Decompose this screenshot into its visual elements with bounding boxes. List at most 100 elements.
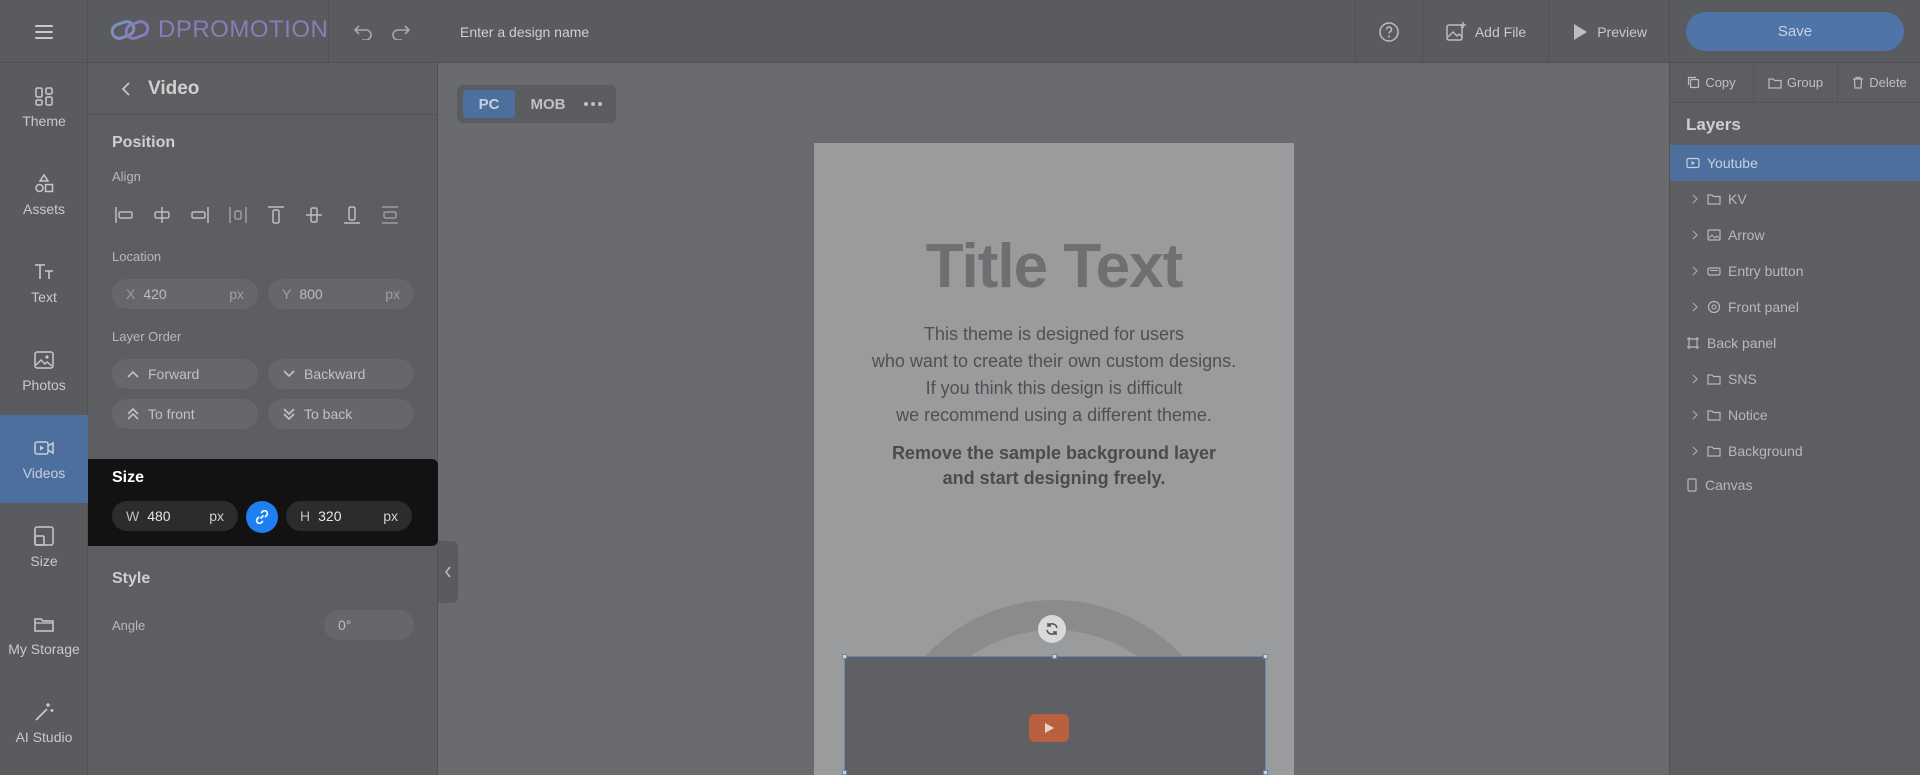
chevron-right-icon[interactable] [1690,230,1700,240]
resize-handle-br[interactable] [1263,770,1268,775]
layer-item-youtube[interactable]: Youtube [1670,145,1920,181]
align-center-v-icon[interactable] [300,201,328,229]
chevron-right-icon[interactable] [1690,410,1700,420]
canvas-strong-text[interactable]: Remove the sample background layer and s… [814,441,1294,491]
chevron-right-icon[interactable] [1690,446,1700,456]
layer-item-background[interactable]: Background [1670,433,1920,469]
layer-item-arrow[interactable]: Arrow [1670,217,1920,253]
menu-button[interactable] [0,0,88,63]
layer-item-entry-button[interactable]: Entry button [1670,253,1920,289]
rail-item-my-storage[interactable]: My Storage [0,591,88,679]
group-button[interactable]: Group [1754,63,1838,102]
rail-item-photos[interactable]: Photos [0,327,88,415]
chevron-right-icon[interactable] [1690,374,1700,384]
rotate-handle[interactable] [1038,615,1066,643]
logo[interactable]: DPROMOTION [110,16,328,44]
align-left-icon[interactable] [110,201,138,229]
align-top-icon[interactable] [262,201,290,229]
x-key: X [126,286,136,302]
layer-item-notice[interactable]: Notice [1670,397,1920,433]
collapse-panel-button[interactable] [438,541,458,603]
help-button[interactable] [1354,0,1422,63]
w-unit: px [209,508,224,524]
size-section: Size W 480 px H 320 px [88,459,438,546]
undo-icon[interactable] [353,24,373,40]
video-icon [1686,157,1700,169]
distribute-v-icon[interactable] [376,201,404,229]
body-line: If you think this design is difficult [925,378,1183,398]
rail-label: Videos [22,465,66,481]
pc-toggle[interactable]: PC [463,90,515,118]
resize-handle-tc[interactable] [1052,654,1057,659]
chevron-right-icon[interactable] [1690,302,1700,312]
layer-order-label: Layer Order [112,329,182,344]
preview-button[interactable]: Preview [1548,0,1669,63]
canvas-title-text[interactable]: Title Text [814,231,1294,302]
w-key: W [126,508,140,524]
layer-item-back-panel[interactable]: Back panel [1670,325,1920,361]
aspect-lock-button[interactable] [246,501,278,533]
strong-line: and start designing freely. [942,468,1166,488]
to-back-button[interactable]: To back [268,399,414,429]
chevron-right-icon[interactable] [1690,194,1700,204]
rail-item-assets[interactable]: Assets [0,151,88,239]
angle-label: Angle [112,618,146,633]
rail-item-text[interactable]: Text [0,239,88,327]
youtube-play-icon [1029,714,1069,742]
back-chevron-icon[interactable] [120,81,132,97]
distribute-h-icon[interactable] [224,201,252,229]
align-bottom-icon[interactable] [338,201,366,229]
delete-button[interactable]: Delete [1838,63,1920,102]
more-options-icon[interactable] [581,90,605,118]
help-icon [1379,21,1399,42]
angle-field[interactable]: 0° [324,610,414,640]
top-actions: Add File Preview Save [1354,0,1920,63]
artboard[interactable]: Title Text This theme is designed for us… [814,143,1294,775]
h-key: H [300,508,311,524]
align-center-h-icon[interactable] [148,201,176,229]
layers-title: Layers [1686,115,1741,134]
resize-handle-bl[interactable] [842,770,847,775]
layer-label: Front panel [1728,299,1799,315]
height-field[interactable]: H 320 px [286,501,412,531]
rail-label: Assets [22,201,65,217]
layer-item-canvas[interactable]: Canvas [1670,467,1920,503]
layer-item-kv[interactable]: KV [1670,181,1920,217]
layer-label: SNS [1728,371,1757,387]
rail-item-theme[interactable]: Theme [0,63,88,151]
resize-handle-tl[interactable] [842,654,847,659]
x-field[interactable]: X 420 px [112,279,258,309]
hamburger-icon [34,24,53,39]
forward-button[interactable]: Forward [112,359,258,389]
resize-handle-tr[interactable] [1263,654,1268,659]
align-right-icon[interactable] [186,201,214,229]
backward-button[interactable]: Backward [268,359,414,389]
youtube-video-element[interactable] [844,656,1266,775]
add-file-button[interactable]: Add File [1421,0,1548,63]
angle-value: 0° [338,617,352,633]
copy-button[interactable]: Copy [1670,63,1754,102]
save-button[interactable]: Save [1686,12,1904,51]
play-icon [1574,23,1588,40]
double-chevron-up-icon [127,407,139,420]
rail-item-ai-studio[interactable]: AI Studio [0,679,88,767]
rail-item-size[interactable]: Size [0,503,88,591]
rail-item-videos[interactable]: Videos [0,415,88,503]
chevron-up-icon [127,370,139,378]
y-field[interactable]: Y 800 px [268,279,414,309]
layer-item-front-panel[interactable]: Front panel [1670,289,1920,325]
redo-icon[interactable] [391,24,411,40]
layer-label: Background [1728,443,1803,459]
chevron-right-icon[interactable] [1690,266,1700,276]
location-label: Location [112,249,162,264]
body-line: who want to create their own custom desi… [871,351,1237,371]
to-front-button[interactable]: To front [112,399,258,429]
canvas-body-text[interactable]: This theme is designed for users who wan… [814,321,1294,429]
strong-line: Remove the sample background layer [891,443,1217,463]
design-name-input[interactable] [460,20,860,44]
layer-item-sns[interactable]: SNS [1670,361,1920,397]
trash-icon [1853,76,1864,89]
mob-toggle[interactable]: MOB [523,90,573,118]
width-field[interactable]: W 480 px [112,501,238,531]
text-icon [35,264,53,279]
